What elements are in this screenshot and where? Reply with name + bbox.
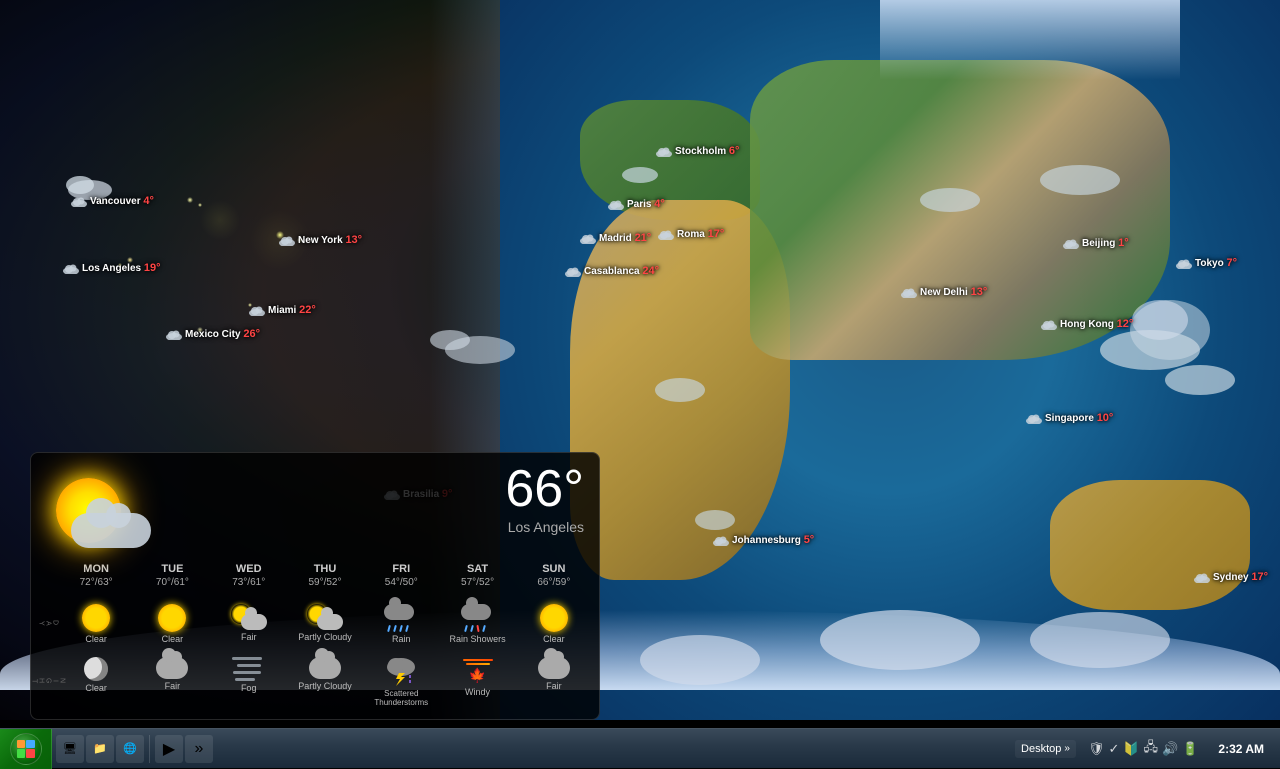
forecast-mon-day: Clear: [59, 599, 133, 648]
mon-day-icon: [82, 604, 110, 632]
forecast-sun-label: SUN 66°/59°: [517, 560, 591, 595]
wed-night-icon: [232, 657, 266, 681]
desktop-button[interactable]: Desktop »: [1015, 740, 1076, 758]
city-marker-miami: Miami 22°: [248, 304, 316, 316]
city-marker-casablanca: Casablanca 24°: [564, 265, 659, 277]
forecast-tue-label: TUE 70°/61°: [135, 560, 209, 595]
taskbar: 🖥 📁 🌐 ▶ » Desktop » 🛡 ✓ 🔰 🖧 🔊 🔋 2:32 AM: [0, 728, 1280, 768]
night-icons-grid: Clear Fair Fog Partly Cloudy: [59, 652, 591, 711]
forecast-tue-night: Fair: [135, 652, 209, 711]
forecast-thu-day: Partly Cloudy: [288, 599, 362, 648]
city-marker-new-york: New York 13°: [278, 234, 362, 246]
forecast-wed-night: Fog: [212, 652, 286, 711]
tray-icons: 🛡 ✓ 🔰 🖧 🔊 🔋: [1080, 738, 1206, 760]
city-marker-johannesburg: Johannesburg 5°: [712, 534, 814, 546]
taskbar-media-btn[interactable]: ▶: [155, 735, 183, 763]
forecast-sat-day: Rain Showers: [440, 599, 514, 648]
cloud-over-sun: [71, 513, 151, 548]
speaker-icon: 🔊: [1162, 741, 1178, 757]
current-temp-display: 66° Los Angeles: [505, 463, 584, 535]
city-marker-tokyo: Tokyo 7°: [1175, 257, 1237, 269]
city-marker-madrid: Madrid 21°: [579, 232, 651, 244]
forecast-sun-day: Clear: [517, 599, 591, 648]
arctic: [880, 0, 1180, 80]
forecast-mon-night: Clear: [59, 652, 133, 711]
day-labels-grid: MON 72°/63° TUE 70°/61° WED 73°/61° THU …: [59, 560, 591, 595]
clock-time: 2:32 AM: [1218, 742, 1264, 756]
day-forecast-row: DAY Clear Clear Fair: [31, 597, 599, 650]
city-marker-roma: Roma 17°: [657, 228, 724, 240]
forecast-fri-label: FRI 54°/50°: [364, 560, 438, 595]
fri-night-icon: [384, 657, 418, 687]
forecast-mon-label: MON 72°/63°: [59, 560, 133, 595]
sun-day-icon: [540, 604, 568, 632]
desktop-arrow-icon: »: [1064, 743, 1070, 754]
thu-day-icon: [307, 604, 343, 630]
sat-night-icon: 🍁: [461, 657, 495, 685]
city-marker-stockholm: Stockholm 6°: [655, 145, 739, 157]
weather-widget: 66° Los Angeles MON 72°/63° TUE 70°/61° …: [30, 452, 600, 720]
taskbar-app-btn-3[interactable]: 🌐: [116, 735, 144, 763]
continent-australia: [1050, 480, 1250, 610]
taskbar-buttons: 🖥 📁 🌐 ▶ »: [52, 735, 217, 763]
city-marker-vancouver: Vancouver 4°: [70, 195, 154, 207]
city-marker-singapore: Singapore 10°: [1025, 412, 1113, 424]
security-icon: 🛡: [1088, 741, 1105, 757]
sat-day-icon: [461, 604, 495, 632]
city-marker-paris: Paris 4°: [607, 198, 665, 210]
taskbar-separator: [149, 735, 150, 763]
forecast-tue-day: Clear: [135, 599, 209, 648]
taskbar-right: Desktop » 🛡 ✓ 🔰 🖧 🔊 🔋 2:32 AM: [1015, 738, 1280, 760]
forecast-fri-day: Rain: [364, 599, 438, 648]
thu-night-icon: [309, 657, 341, 679]
wed-day-icon: [231, 604, 267, 630]
checkmark-icon: ✓: [1108, 741, 1119, 757]
city-marker-beijing: Beijing 1°: [1062, 237, 1129, 249]
network-icon: 🖧: [1144, 738, 1159, 760]
start-orb: [10, 733, 42, 765]
windows-logo: [17, 740, 35, 758]
forecast-wed-label: WED 73°/61°: [212, 560, 286, 595]
start-button[interactable]: [0, 729, 52, 769]
continent-asia: [750, 60, 1170, 360]
current-temperature: 66°: [505, 463, 584, 515]
desktop-label: Desktop: [1021, 743, 1061, 755]
current-weather-icon: [46, 463, 166, 553]
taskbar-more-btn[interactable]: »: [185, 735, 213, 763]
tue-day-icon: [158, 604, 186, 632]
fri-day-icon: [384, 604, 418, 632]
city-marker-new-delhi: New Delhi 13°: [900, 286, 987, 298]
forecast-wed-day: Fair: [212, 599, 286, 648]
taskbar-app-btn-1[interactable]: 🖥: [56, 735, 84, 763]
forecast-sun-night: Fair: [517, 652, 591, 711]
forecast-sat-label: SAT 57°/52°: [440, 560, 514, 595]
taskbar-app-btn-2[interactable]: 📁: [86, 735, 114, 763]
mon-night-icon: [84, 657, 108, 681]
forecast-fri-night: Scattered Thunderstorms: [364, 652, 438, 711]
night-row-tag: NIGHT: [39, 652, 57, 711]
day-row-tag: DAY: [39, 599, 57, 648]
sun-night-icon: [538, 657, 570, 679]
forecast-thu-label: THU 59°/52°: [288, 560, 362, 595]
forecast-sat-night: 🍁 Windy: [440, 652, 514, 711]
tue-night-icon: [156, 657, 188, 679]
city-marker-hong-kong: Hong Kong 12°: [1040, 318, 1133, 330]
widget-header: 66° Los Angeles: [31, 453, 599, 558]
city-marker-los-angeles: Los Angeles 19°: [62, 262, 161, 274]
row-tag-empty: [39, 560, 57, 595]
battery-icon: 🔋: [1182, 741, 1198, 757]
current-city: Los Angeles: [505, 519, 584, 535]
system-clock: 2:32 AM: [1210, 740, 1272, 758]
shield-icon: 🔰: [1123, 741, 1139, 757]
day-icons-grid: Clear Clear Fair Partly: [59, 599, 591, 648]
night-forecast-row: NIGHT Clear Fair Fog: [31, 650, 599, 719]
city-marker-sydney: Sydney 17°: [1193, 571, 1268, 583]
city-marker-mexico-city: Mexico City 26°: [165, 328, 260, 340]
day-labels-row: MON 72°/63° TUE 70°/61° WED 73°/61° THU …: [31, 558, 599, 597]
forecast-thu-night: Partly Cloudy: [288, 652, 362, 711]
